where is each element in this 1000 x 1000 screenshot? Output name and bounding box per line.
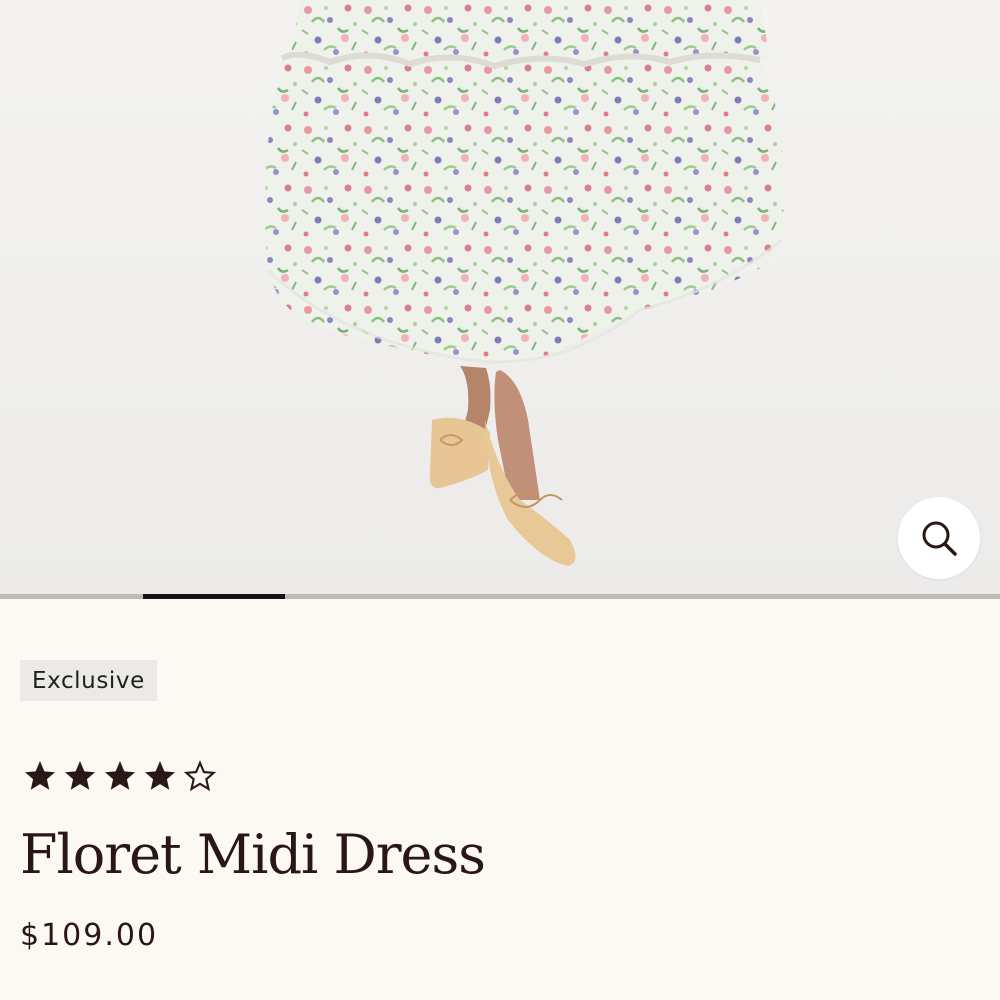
search-icon [922, 521, 957, 556]
exclusive-badge: Exclusive [20, 660, 157, 701]
star-filled-icon [105, 761, 135, 790]
star-empty-icon [183, 760, 217, 792]
gallery-progress-indicator [143, 594, 285, 599]
gallery-progress-bar[interactable] [0, 594, 1000, 599]
product-photo [265, 0, 784, 566]
zoom-button[interactable] [898, 497, 980, 579]
star-filled-icon [145, 761, 175, 790]
product-title: Floret Midi Dress [20, 823, 486, 886]
rating-stars[interactable] [22, 758, 218, 794]
star-filled-icon [25, 761, 55, 790]
product-price: $109.00 [20, 918, 159, 953]
star-filled-icon [65, 761, 95, 790]
product-image-gallery[interactable] [0, 0, 1000, 597]
